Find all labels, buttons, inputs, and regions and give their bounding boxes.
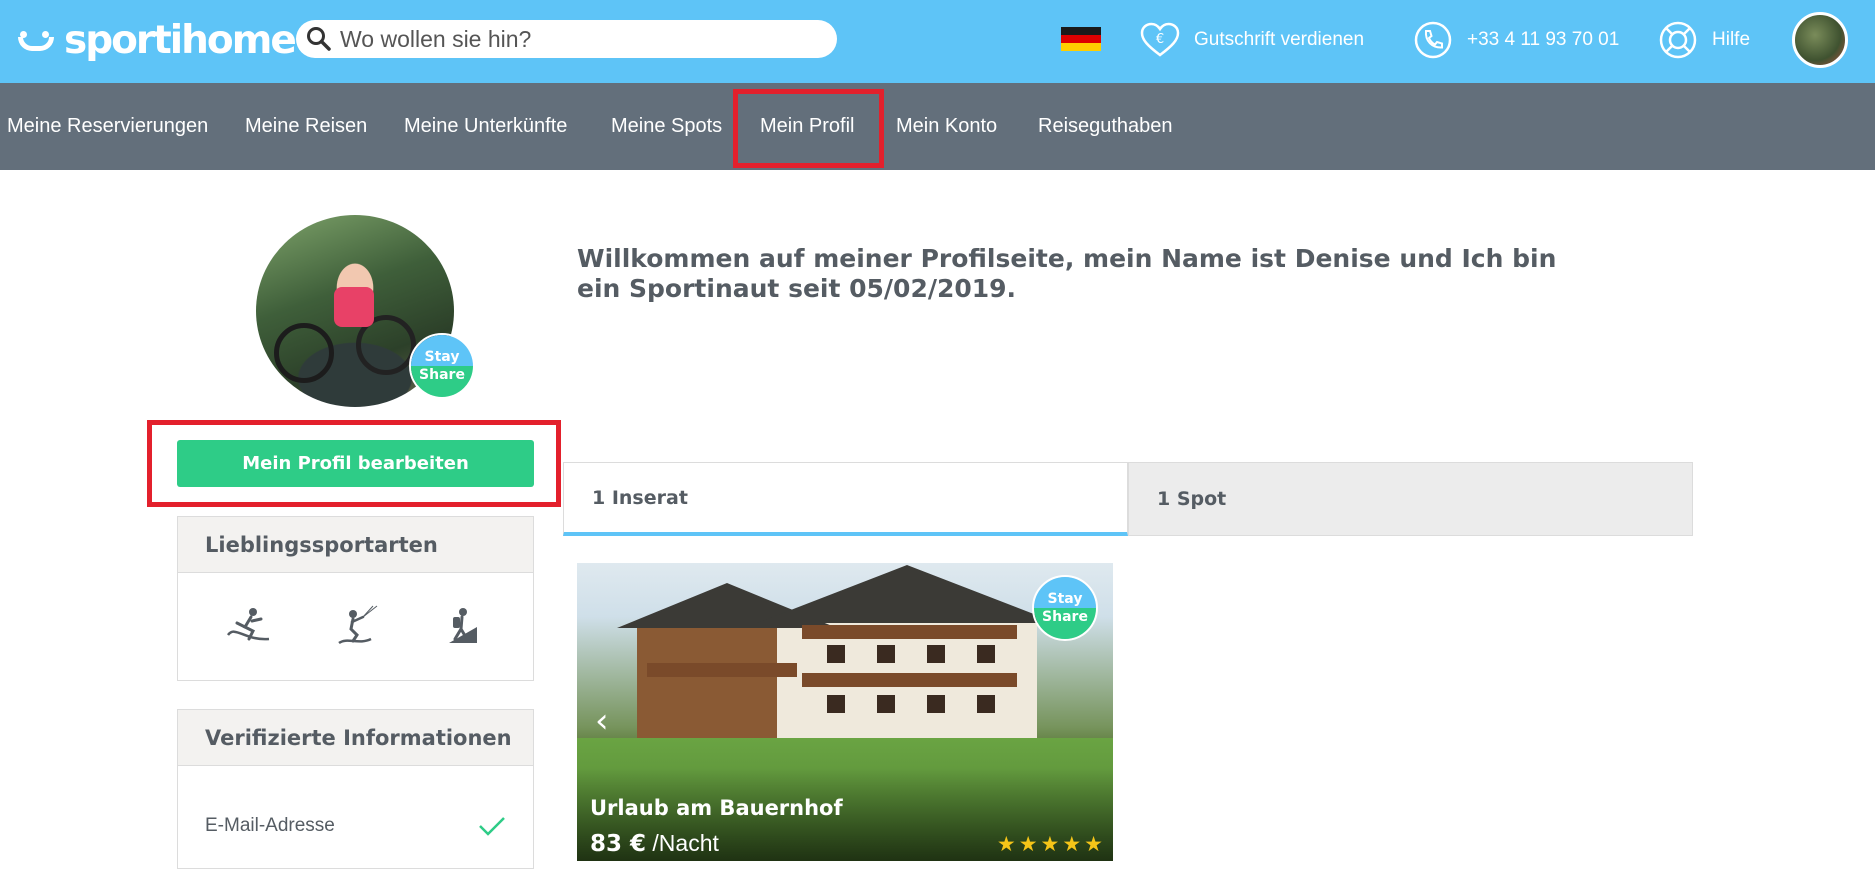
verified-email-row: E-Mail-Adresse [178,766,533,886]
svg-text:€: € [1156,32,1164,47]
phone-number: +33 4 11 93 70 01 [1467,29,1620,50]
nav-item-travel-credit[interactable]: Reiseguthaben [1038,83,1173,170]
star-icon: ★ [1084,832,1103,856]
listing-badge-share: Share [1034,608,1096,639]
nav-item-accommodations[interactable]: Meine Unterkünfte [404,83,567,170]
nav-item-reservations[interactable]: Meine Reservierungen [7,83,208,170]
brand-name: sportihome [64,17,297,63]
help-link[interactable]: Hilfe [1658,0,1750,80]
verified-email-label: E-Mail-Adresse [205,815,335,836]
listing-title: Urlaub am Bauernhof [590,796,843,820]
smile-logo-icon [16,25,56,55]
help-label: Hilfe [1712,29,1751,50]
search-icon [307,27,331,51]
phone-icon [1413,20,1453,60]
badge-share-label: Share [411,366,473,397]
account-nav: Meine Reservierungen Meine Reisen Meine … [0,83,1875,170]
top-header: sportihome € Gutschrift verdienen +33 4 … [0,0,1875,83]
germany-flag-icon[interactable] [1061,27,1101,51]
search-bar[interactable] [296,20,837,58]
tab-listings[interactable]: 1 Inserat [563,462,1128,536]
checkmark-icon [479,817,505,836]
listing-rating: ★ ★ ★ ★ ★ [997,832,1103,856]
search-input[interactable] [340,25,800,53]
verified-info-title: Verifizierte Informationen [178,710,533,766]
favorite-sports-card: Lieblingssportarten [177,516,534,681]
user-avatar[interactable] [1792,12,1848,68]
listing-price: 83 € /Nacht [590,830,719,857]
hiking-icon [448,608,477,643]
listing-prev-arrow[interactable]: ‹ [595,701,609,741]
tab-spots[interactable]: 1 Spot [1128,462,1693,536]
nav-item-spots[interactable]: Meine Spots [611,83,722,170]
earn-credit-link[interactable]: € Gutschrift verdienen [1140,0,1364,80]
listing-badge-stay: Stay [1034,577,1096,608]
badge-stay-label: Stay [411,335,473,366]
lifebuoy-icon [1658,20,1698,60]
stay-share-badge: Stay Share [409,333,475,399]
star-icon: ★ [1018,832,1038,856]
listing-stay-share-badge: Stay Share [1032,575,1098,641]
welcome-text: Willkommen auf meiner Profilseite, mein … [577,244,1557,303]
phone-link[interactable]: +33 4 11 93 70 01 [1413,0,1619,80]
profile-tabs: 1 Inserat 1 Spot [563,462,1693,536]
nav-item-account[interactable]: Mein Konto [896,83,997,170]
sportihome-logo[interactable]: sportihome [16,16,297,64]
nav-item-trips[interactable]: Meine Reisen [245,83,367,170]
verified-info-card: Verifizierte Informationen E-Mail-Adress… [177,709,534,869]
star-icon: ★ [996,832,1016,856]
listing-price-unit: /Nacht [652,830,719,856]
profile-highlight-box [733,89,884,168]
listing-card[interactable]: ‹ Stay Share Urlaub am Bauernhof 83 € /N… [577,563,1113,861]
favorite-sports-title: Lieblingssportarten [178,517,533,573]
edit-profile-button[interactable]: Mein Profil bearbeiten [177,440,534,487]
surfing-icon [226,608,269,641]
star-icon: ★ [1062,832,1082,856]
kitesurfing-icon [337,605,377,645]
earn-credit-label: Gutschrift verdienen [1194,29,1365,50]
heart-euro-icon: € [1140,22,1180,58]
listing-price-value: 83 € [590,831,647,857]
star-icon: ★ [1040,832,1060,856]
